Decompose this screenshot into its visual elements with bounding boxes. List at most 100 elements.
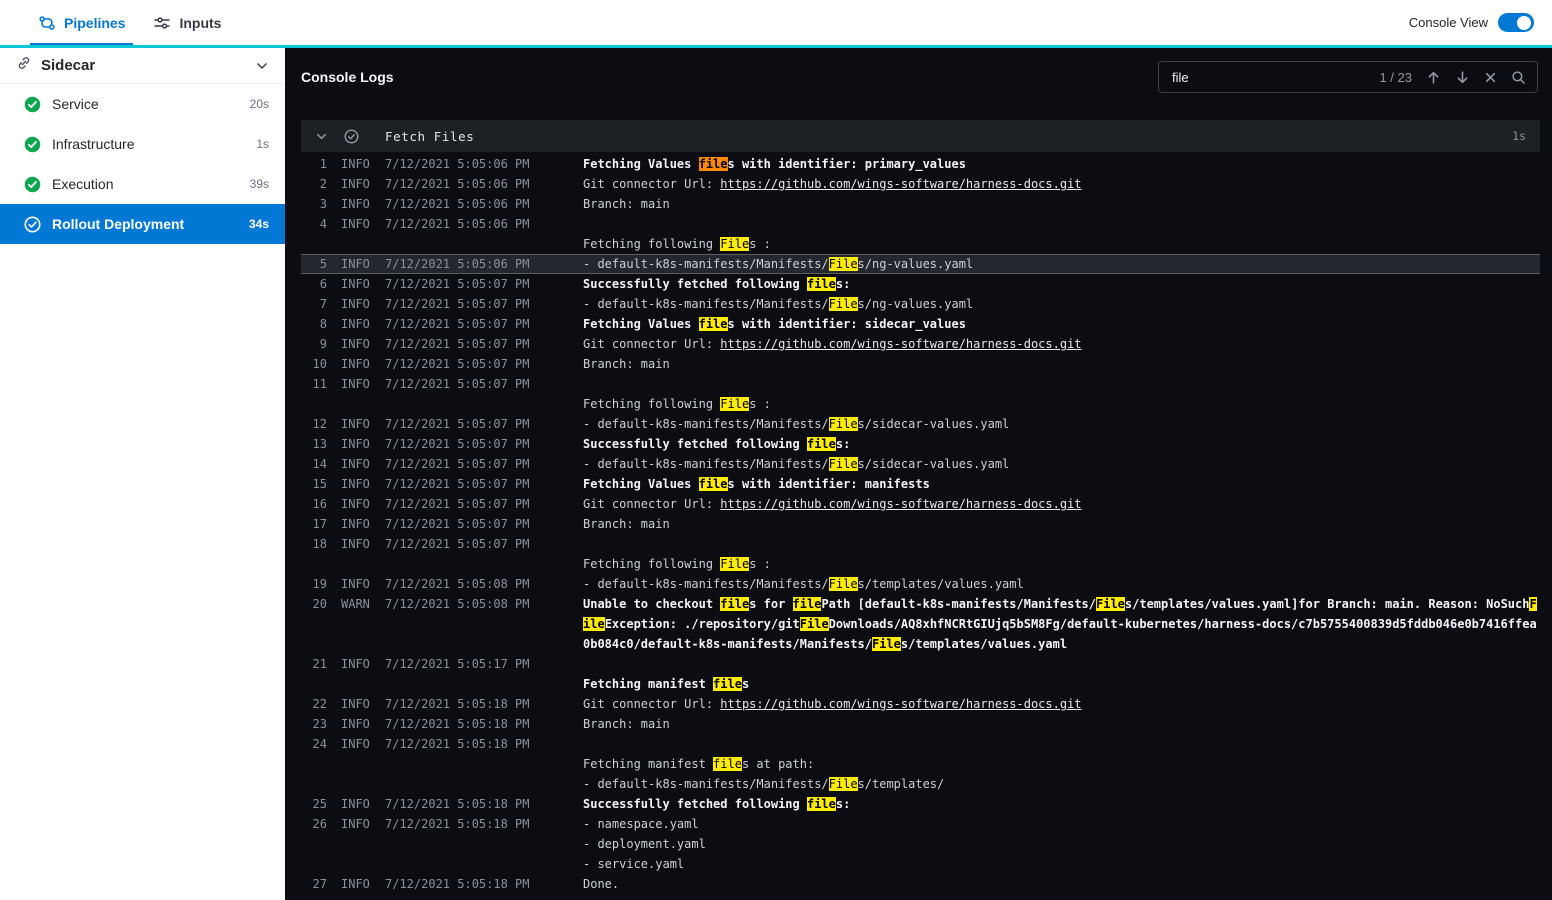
search-input[interactable]	[1170, 68, 1366, 86]
search-highlight: File	[720, 237, 750, 251]
log-level: INFO	[341, 377, 370, 391]
log-text: s/templates/values.yaml]for Branch: main…	[1124, 597, 1530, 611]
log-text: Fetching manifest	[583, 677, 714, 691]
log-text: - default-k8s-manifests/Manifests/	[583, 297, 829, 311]
log-message: Successfully fetched following files:	[583, 434, 1540, 454]
log-line: 2 INFO 7/12/2021 5:05:06 PM Git connector U…	[301, 174, 1540, 194]
status-success-icon	[24, 215, 41, 233]
search-highlight: File	[799, 617, 829, 631]
log-timestamp: 7/12/2021 5:05:07 PM	[385, 437, 530, 451]
log-timestamp: 7/12/2021 5:05:18 PM	[385, 737, 530, 751]
line-number: 10	[312, 357, 327, 371]
top-navigation-bar: Pipelines Inputs Console View	[0, 0, 1552, 45]
sidebar-item-rollout-deployment[interactable]: Rollout Deployment 34s	[0, 204, 285, 244]
log-level: INFO	[341, 797, 370, 811]
line-number: 20	[312, 597, 327, 611]
search-highlight: file	[698, 477, 728, 491]
search-highlight: file	[713, 677, 742, 691]
log-timestamp: 7/12/2021 5:05:06 PM	[385, 197, 530, 211]
log-link[interactable]: https://github.com/wings-software/harnes…	[720, 337, 1081, 351]
log-line: 16 INFO 7/12/2021 5:05:07 PM Git connector …	[301, 494, 1540, 514]
log-message	[583, 374, 1540, 394]
log-timestamp: 7/12/2021 5:05:07 PM	[385, 477, 530, 491]
log-timestamp: 7/12/2021 5:05:18 PM	[385, 697, 530, 711]
log-line: 27 INFO 7/12/2021 5:05:18 PM Done.	[301, 874, 1540, 894]
log-link[interactable]: https://github.com/wings-software/harnes…	[720, 177, 1081, 191]
log-text: s :	[749, 237, 771, 251]
log-timestamp	[385, 234, 537, 254]
log-message: Fetching following Files :	[583, 554, 1540, 574]
log-level: INFO	[341, 417, 370, 431]
log-line: 6 INFO 7/12/2021 5:05:07 PM Successfully fe…	[301, 274, 1540, 294]
log-text: s with identifier: sidecar_values	[727, 317, 966, 331]
log-level	[341, 394, 385, 414]
tab-inputs[interactable]: Inputs	[139, 0, 235, 45]
log-timestamp: 7/12/2021 5:05:07 PM	[385, 317, 530, 331]
log-message	[583, 734, 1540, 754]
log-line: Fetching following Files :	[301, 234, 1540, 254]
log-body[interactable]: 1 INFO 7/12/2021 5:05:06 PM Fetching Values…	[301, 152, 1540, 900]
step-duration: 34s	[248, 217, 269, 231]
log-text: s/templates/values.yaml	[857, 577, 1024, 591]
log-level	[341, 674, 385, 694]
log-text: - default-k8s-manifests/Manifests/	[583, 577, 829, 591]
chevron-down-icon[interactable]	[255, 59, 269, 73]
sidebar-item-execution[interactable]: Execution 39s	[0, 164, 285, 204]
log-line: 7 INFO 7/12/2021 5:05:07 PM - default-k8s-m…	[301, 294, 1540, 314]
log-level: INFO	[341, 517, 370, 531]
log-text: Fetching Values	[583, 317, 699, 331]
search-highlight: file	[806, 277, 836, 291]
log-timestamp: 7/12/2021 5:05:06 PM	[385, 217, 530, 231]
line-number: 24	[312, 737, 327, 751]
log-line: 14 INFO 7/12/2021 5:05:07 PM - default-k8s-…	[301, 454, 1540, 474]
stage-header[interactable]: Sidecar	[0, 48, 285, 84]
toggle-knob	[1517, 15, 1531, 30]
log-line: Fetching following Files :	[301, 554, 1540, 574]
search-highlight: File	[828, 257, 858, 271]
sidebar-item-infrastructure[interactable]: Infrastructure 1s	[0, 124, 285, 164]
console-view-toggle[interactable]	[1498, 13, 1534, 32]
log-link[interactable]: https://github.com/wings-software/harnes…	[720, 497, 1081, 511]
previous-match-button[interactable]	[1426, 70, 1441, 85]
search-highlight: File	[828, 577, 858, 591]
sidebar-item-service[interactable]: Service 20s	[0, 84, 285, 124]
line-number: 27	[312, 877, 327, 891]
line-number: 13	[312, 437, 327, 451]
search-highlight: File	[720, 397, 750, 411]
log-text: s:	[835, 437, 851, 451]
line-number: 6	[319, 277, 327, 291]
log-line: 24 INFO 7/12/2021 5:05:18 PM	[301, 734, 1540, 754]
log-text: Successfully fetched following	[583, 437, 807, 451]
log-timestamp	[385, 754, 537, 774]
line-number: 1	[319, 157, 327, 171]
chevron-down-icon[interactable]	[315, 130, 328, 143]
log-level: INFO	[341, 877, 370, 891]
log-message: Branch: main	[583, 514, 1540, 534]
search-icon[interactable]	[1511, 70, 1526, 85]
next-match-button[interactable]	[1455, 70, 1470, 85]
log-line: 8 INFO 7/12/2021 5:05:07 PM Fetching Values…	[301, 314, 1540, 334]
log-line: 15 INFO 7/12/2021 5:05:07 PM Fetching Value…	[301, 474, 1540, 494]
log-level: INFO	[341, 257, 370, 271]
log-line: 11 INFO 7/12/2021 5:05:07 PM	[301, 374, 1540, 394]
status-success-icon	[24, 176, 41, 193]
log-message: Fetching Values files with identifier: p…	[583, 154, 1540, 174]
log-message: - default-k8s-manifests/Manifests/Files/…	[583, 774, 1540, 794]
log-timestamp: 7/12/2021 5:05:18 PM	[385, 817, 530, 831]
search-highlight: File	[828, 777, 858, 791]
tab-pipelines[interactable]: Pipelines	[24, 0, 139, 45]
log-text: Fetching following	[583, 557, 721, 571]
log-section-fetch-files[interactable]: Fetch Files 1s	[301, 120, 1540, 152]
line-number	[301, 554, 327, 574]
log-link[interactable]: https://github.com/wings-software/harnes…	[720, 697, 1081, 711]
log-level: INFO	[341, 657, 370, 671]
log-timestamp: 7/12/2021 5:05:07 PM	[385, 517, 530, 531]
line-number: 14	[312, 457, 327, 471]
log-timestamp: 7/12/2021 5:05:07 PM	[385, 277, 530, 291]
log-timestamp	[385, 834, 537, 854]
line-number: 16	[312, 497, 327, 511]
log-timestamp: 7/12/2021 5:05:07 PM	[385, 497, 530, 511]
clear-search-button[interactable]	[1484, 71, 1497, 84]
search-highlight: File	[871, 637, 901, 651]
log-level: INFO	[341, 497, 370, 511]
